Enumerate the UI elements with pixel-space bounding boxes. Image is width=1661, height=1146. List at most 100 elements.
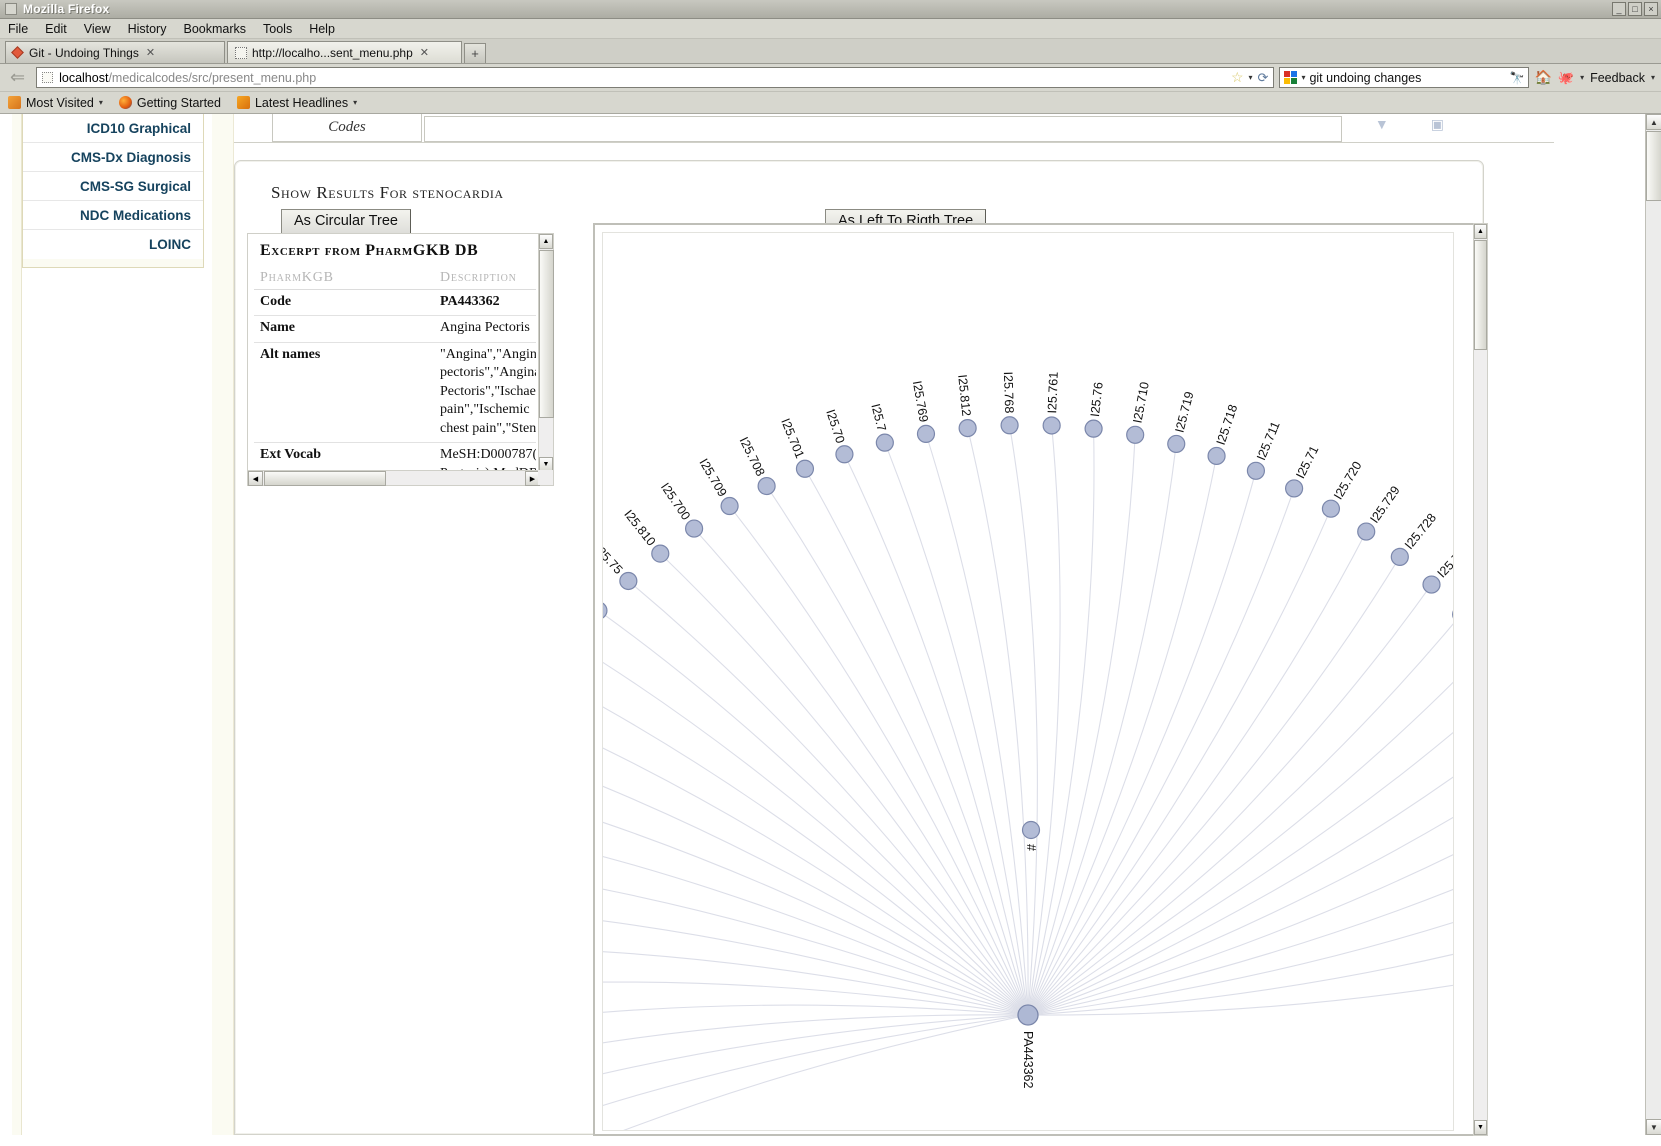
tree-node[interactable]: [720, 496, 739, 516]
firefox-icon: [118, 96, 132, 109]
tree-node[interactable]: [619, 571, 638, 591]
addon-icon[interactable]: 🐙: [1558, 70, 1574, 86]
bookmark-latest-headlines[interactable]: Latest Headlines ▾: [236, 96, 358, 110]
sidebar-item-loinc[interactable]: LOINC: [23, 230, 203, 259]
close-button[interactable]: ×: [1644, 2, 1658, 16]
minimize-button[interactable]: _: [1612, 2, 1626, 16]
tree-node[interactable]: [1321, 499, 1341, 518]
tree-node[interactable]: [1452, 606, 1454, 623]
tree-edge: [1027, 470, 1257, 1016]
excerpt-vertical-scrollbar[interactable]: ▲ ▼: [538, 234, 554, 472]
graph-vertical-scrollbar[interactable]: ▲ ▼: [1473, 223, 1488, 1136]
tree-node-label: I25.75: [603, 542, 625, 577]
bookmark-getting-started[interactable]: Getting Started: [118, 95, 221, 110]
back-arrow-icon[interactable]: ⇐: [6, 67, 31, 88]
tree-node[interactable]: [916, 424, 936, 443]
menu-item-history[interactable]: History: [128, 22, 167, 36]
scrollbar-thumb[interactable]: [1646, 131, 1661, 201]
tab-strip: Git - Undoing Things ✕ http://localho...…: [0, 39, 1661, 64]
address-bar[interactable]: localhost/medicalcodes/src/present_menu.…: [36, 67, 1275, 88]
browser-tab-git[interactable]: Git - Undoing Things ✕: [5, 41, 225, 63]
sidebar-item-cms-sg-surgical[interactable]: CMS-SG Surgical: [23, 172, 203, 201]
menu-item-bookmarks[interactable]: Bookmarks: [183, 22, 246, 36]
as-circular-tree-button[interactable]: As Circular Tree: [281, 209, 411, 234]
tree-edge: [1027, 854, 1453, 1016]
tree-node[interactable]: [757, 476, 776, 496]
sidebar-item-ndc-medications[interactable]: NDC Medications: [23, 201, 203, 230]
export-icon[interactable]: ▣: [1431, 116, 1444, 133]
bookmark-most-visited[interactable]: Most Visited ▾: [8, 96, 103, 110]
row-key: Name: [254, 315, 434, 343]
chevron-down-icon[interactable]: ▾: [1249, 73, 1253, 82]
page-vertical-scrollbar[interactable]: ▲ ▼: [1645, 114, 1661, 1135]
browser-tab-label: http://localho...sent_menu.php: [252, 45, 413, 60]
tree-node[interactable]: [1000, 416, 1019, 435]
tree-node[interactable]: [958, 418, 977, 438]
sidebar-item-cms-dx-diagnosis[interactable]: CMS-Dx Diagnosis: [23, 143, 203, 172]
binoculars-icon[interactable]: 🔭: [1509, 71, 1524, 85]
tree-edge: [1027, 434, 1136, 1016]
window-icon: [5, 3, 17, 15]
tree-node[interactable]: [651, 544, 670, 563]
tree-edge: [1027, 556, 1401, 1016]
circular-tree-canvas[interactable]: I25.111I25.118I25.10I25.119I25.110I20.8I…: [602, 232, 1454, 1131]
tree-node[interactable]: [795, 459, 815, 478]
circular-tree-svg[interactable]: I25.111I25.118I25.10I25.119I25.110I20.8I…: [603, 233, 1454, 1131]
scrollbar-thumb[interactable]: [264, 471, 386, 486]
tree-edge: [804, 468, 1029, 1016]
browser-tab-medicalcodes[interactable]: http://localho...sent_menu.php ✕: [227, 41, 462, 63]
tree-root-node[interactable]: [1017, 1004, 1039, 1026]
circular-tree-viewport[interactable]: I25.111I25.118I25.10I25.119I25.110I20.8I…: [593, 223, 1473, 1136]
search-input[interactable]: git undoing changes: [1309, 71, 1421, 85]
tree-node[interactable]: [835, 445, 854, 464]
tree-node[interactable]: [1126, 425, 1145, 444]
feedback-button[interactable]: Feedback: [1590, 71, 1645, 85]
tab-close-icon[interactable]: ✕: [420, 46, 429, 59]
scroll-down-arrow-icon[interactable]: ▼: [1474, 1120, 1487, 1135]
tree-node[interactable]: [1390, 547, 1409, 566]
sidebar-item-icd10-graphical[interactable]: ICD10 Graphical: [23, 114, 203, 143]
scrollbar-thumb[interactable]: [1474, 240, 1487, 350]
tree-node[interactable]: [1084, 419, 1103, 438]
addon-chevron-icon[interactable]: ▾: [1580, 73, 1584, 82]
tree-node[interactable]: [1422, 575, 1441, 594]
scroll-up-arrow-icon[interactable]: ▲: [1474, 224, 1487, 239]
menu-item-help[interactable]: Help: [309, 22, 335, 36]
maximize-button[interactable]: □: [1628, 2, 1642, 16]
scroll-up-arrow-icon[interactable]: ▲: [539, 234, 553, 249]
home-icon[interactable]: 🏠: [1534, 69, 1551, 86]
feedback-chevron-icon[interactable]: ▾: [1651, 73, 1655, 82]
tree-orphan-node[interactable]: [1021, 820, 1041, 840]
tree-node[interactable]: [875, 433, 894, 452]
tree-node-label: I25.711: [1254, 419, 1283, 462]
tab-codes[interactable]: Codes: [272, 114, 422, 142]
bookmark-star-icon[interactable]: ☆: [1231, 69, 1244, 86]
scrollbar-thumb[interactable]: [539, 250, 554, 418]
tree-node[interactable]: [1042, 416, 1061, 435]
reload-icon[interactable]: ⟳: [1258, 70, 1269, 86]
menu-item-tools[interactable]: Tools: [263, 22, 292, 36]
chevron-down-icon: ▾: [353, 98, 358, 107]
funnel-icon[interactable]: ▼: [1375, 116, 1389, 133]
tree-node[interactable]: [684, 519, 704, 538]
tree-node[interactable]: [1207, 446, 1226, 466]
scroll-up-arrow-icon[interactable]: ▲: [1646, 114, 1661, 130]
tree-edge: [603, 613, 1029, 1016]
bookmark-label: Getting Started: [136, 95, 221, 110]
tab-close-icon[interactable]: ✕: [146, 46, 155, 59]
tree-node-label: I25.810: [621, 507, 658, 548]
scroll-down-arrow-icon[interactable]: ▼: [1646, 1119, 1661, 1135]
tree-node[interactable]: [1357, 522, 1376, 541]
search-engine-chevron-icon[interactable]: ▾: [1301, 73, 1305, 82]
tree-node[interactable]: [1246, 461, 1266, 480]
excerpt-horizontal-scrollbar[interactable]: ◀ ▶: [248, 470, 540, 486]
menu-item-view[interactable]: View: [84, 22, 111, 36]
search-bar[interactable]: ▾ git undoing changes 🔭: [1279, 67, 1530, 88]
scroll-left-arrow-icon[interactable]: ◀: [248, 471, 263, 486]
menu-item-file[interactable]: File: [8, 22, 28, 36]
tree-node[interactable]: [1167, 434, 1186, 454]
tree-edge: [603, 1014, 1029, 1106]
menu-item-edit[interactable]: Edit: [45, 22, 67, 36]
new-tab-button[interactable]: +: [464, 43, 486, 63]
tree-node[interactable]: [1284, 479, 1304, 498]
